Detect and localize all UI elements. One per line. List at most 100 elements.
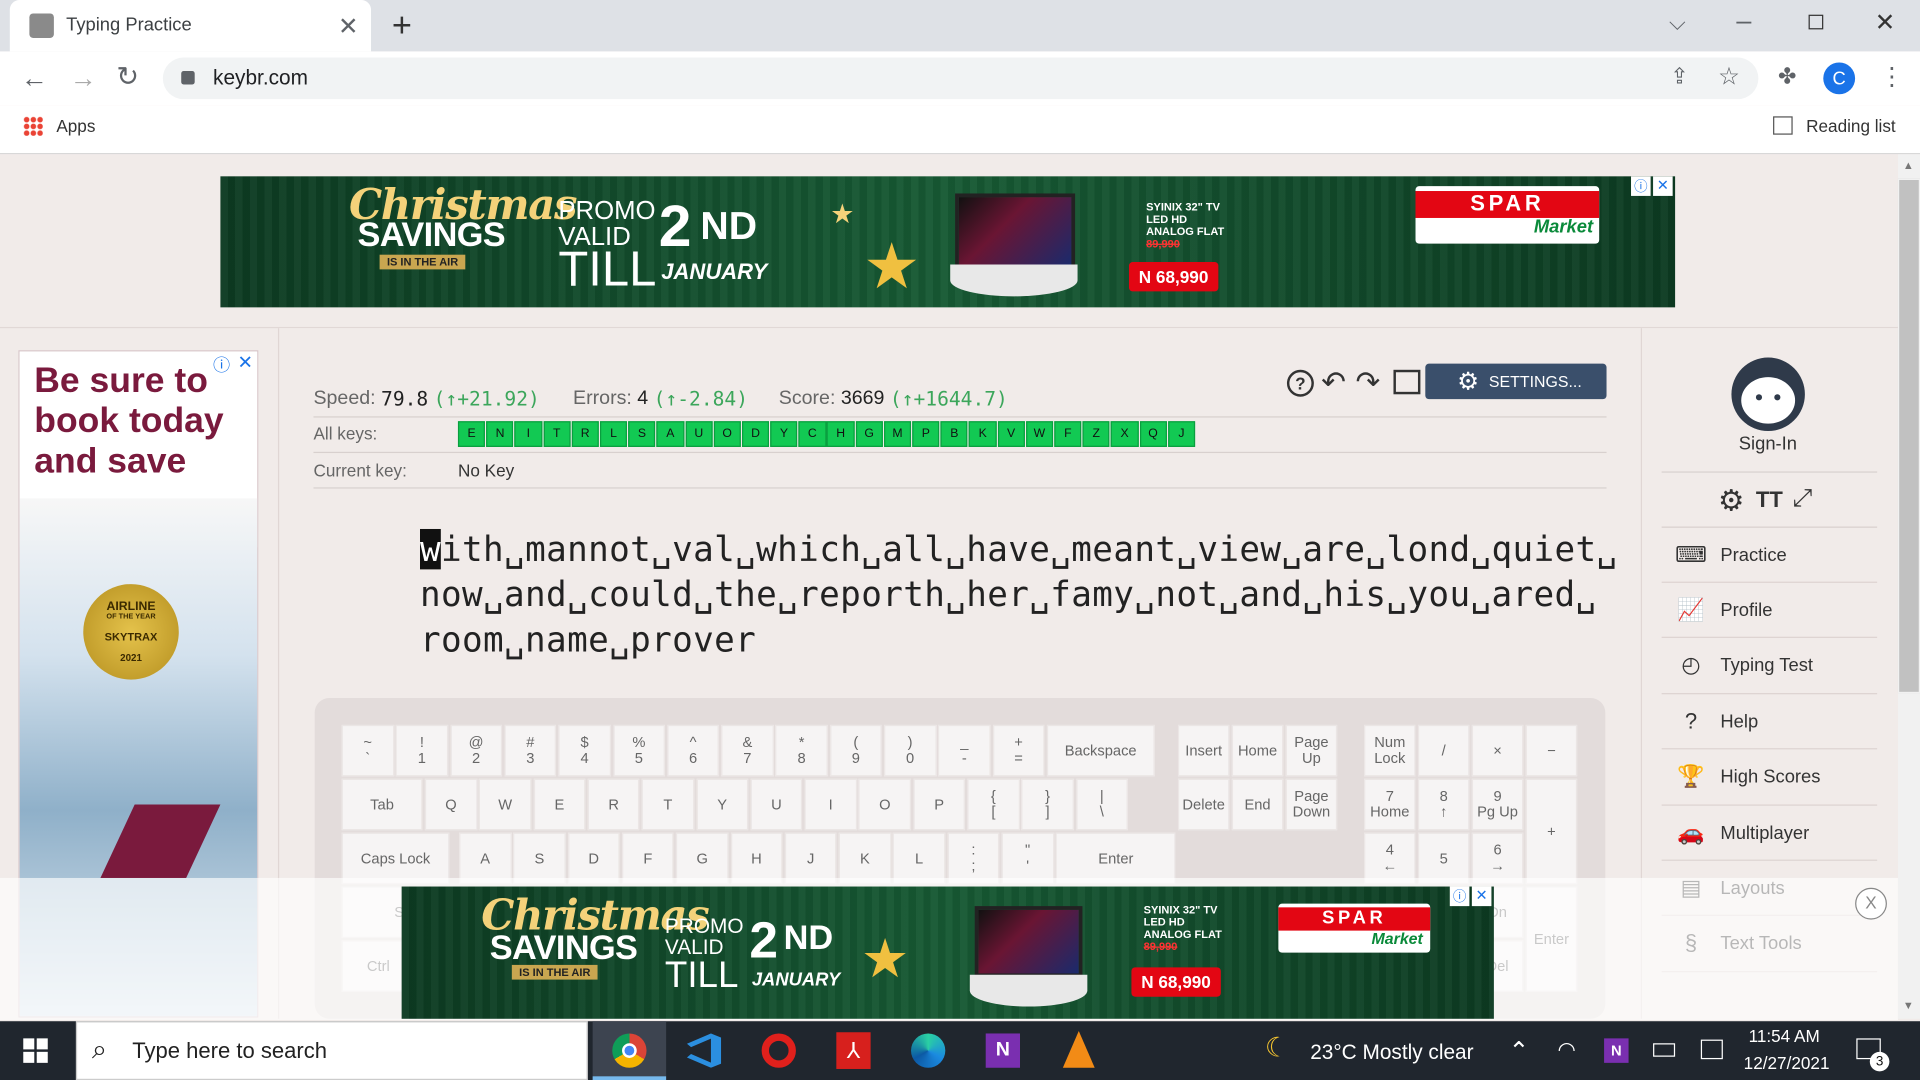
lesson-line-2[interactable]: now␣and␣could␣the␣reporth␣her␣famy␣not␣a… <box>420 572 1597 617</box>
expand-icon[interactable]: ⤢ <box>1793 485 1813 513</box>
ad-bottom-product3: ANALOG FLAT <box>1143 928 1222 941</box>
key-char: ` <box>365 749 371 767</box>
apps-link[interactable]: Apps <box>56 116 95 136</box>
key-s: S <box>513 832 566 885</box>
close-sticky-ad-icon[interactable]: X <box>1855 887 1887 920</box>
reload-icon[interactable]: ↻ <box>116 61 139 93</box>
weather-moon-icon[interactable]: ☾ <box>1265 1032 1289 1064</box>
network-icon[interactable]: ◠ <box>1558 1038 1576 1062</box>
reading-list-icon[interactable] <box>1773 116 1793 135</box>
back-icon[interactable]: ← <box>21 62 48 94</box>
gear-icon: ⚙ <box>1457 368 1480 396</box>
nav-item-help[interactable]: ? Help <box>1661 695 1878 750</box>
banner-ad-bottom[interactable]: Christmas SAVINGS IS IN THE AIR PROMO VA… <box>401 886 1494 1019</box>
numpad-7-key: 7 Home <box>1364 778 1416 831</box>
key-8: * 8 <box>775 724 828 777</box>
fullscreen-icon[interactable] <box>1393 369 1421 395</box>
browser-tab[interactable]: Typing Practice ✕ <box>9 0 372 52</box>
address-bar[interactable] <box>162 57 1759 100</box>
insert-key: Insert <box>1177 724 1230 777</box>
reading-list-link[interactable]: Reading list <box>1806 116 1896 136</box>
weather-text[interactable]: 23°C Mostly clear <box>1310 1041 1473 1065</box>
tray-onenote-icon[interactable]: N <box>1604 1038 1629 1063</box>
lesson-line-1[interactable]: with␣mannot␣val␣which␣all␣have␣meant␣vie… <box>420 527 1618 572</box>
share-icon[interactable]: ⇪ <box>1670 64 1688 90</box>
ad-bottom-product2: LED HD <box>1143 915 1185 929</box>
url-text[interactable]: keybr.com <box>213 66 308 90</box>
key-9: (9 <box>829 724 882 777</box>
ad-close-icon[interactable]: ✕ <box>1653 176 1673 196</box>
scrollbar-thumb[interactable] <box>1897 178 1920 694</box>
learned-key: E <box>457 421 486 447</box>
nav-item-high-scores[interactable]: 🏆 High Scores <box>1661 750 1878 806</box>
errors-label: Errors: <box>573 387 632 409</box>
help-icon[interactable]: ? <box>1286 369 1314 397</box>
ad-bottom-info-icon[interactable]: ⓘ <box>1449 886 1470 907</box>
score-label: Score: <box>778 387 836 409</box>
key-shift-char: _ <box>960 733 969 751</box>
settings-gear-icon[interactable]: ⚙ <box>1718 484 1744 520</box>
side-ad-close-icon[interactable]: ✕ <box>238 351 253 374</box>
ad-bottom-close-icon[interactable]: ✕ <box>1471 886 1492 907</box>
taskbar-edge-icon[interactable] <box>911 1033 946 1068</box>
key-shift-char: ^ <box>689 733 697 751</box>
key-shift-char: 4 <box>1385 841 1394 859</box>
badge-line4: 2021 <box>120 652 142 664</box>
key-shift-char: : <box>971 841 976 859</box>
restore-icon[interactable] <box>1808 14 1824 30</box>
key-shift-char: + <box>1014 733 1023 751</box>
extensions-icon[interactable]: ✤ <box>1778 64 1796 90</box>
apps-grid-icon[interactable] <box>23 116 43 136</box>
learned-key: W <box>1025 421 1054 447</box>
nav-item-typing-test[interactable]: ◴ Typing Test <box>1661 639 1878 695</box>
forward-icon[interactable]: → <box>70 62 97 94</box>
redo-icon[interactable]: ↷ <box>1356 365 1381 401</box>
settings-button[interactable]: ⚙ SETTINGS... <box>1425 363 1607 400</box>
lesson-line-3[interactable]: room␣name␣prover <box>420 617 756 662</box>
profile-avatar[interactable]: C <box>1823 62 1856 95</box>
ad-bottom-tag: IS IN THE AIR <box>511 964 598 980</box>
taskbar-search[interactable]: ⌕ Type here to search <box>75 1021 588 1080</box>
tray-chevron-icon[interactable]: ⌃ <box>1509 1036 1530 1067</box>
errors-value: 4 <box>637 387 649 409</box>
sign-in-link[interactable]: Sign-In <box>1739 433 1797 454</box>
ad-price: N 68,990 <box>1128 262 1219 292</box>
num-lock-key: Num Lock <box>1364 724 1416 777</box>
bookmark-star-icon[interactable]: ☆ <box>1718 61 1740 92</box>
ad-bottom-product: SYINIX 32" TV LED HD ANALOG FLAT 89,990 <box>1144 904 1222 953</box>
key-char: 9 <box>851 749 860 767</box>
clock-date[interactable]: 12/27/2021 <box>1744 1053 1830 1073</box>
battery-icon[interactable] <box>1653 1043 1676 1057</box>
side-ad-info-icon[interactable]: ⓘ <box>213 353 230 377</box>
taskbar-opera-icon[interactable] <box>761 1033 796 1068</box>
clock-time[interactable]: 11:54 AM <box>1749 1026 1820 1046</box>
score-value: 3669 <box>840 387 885 409</box>
close-window-icon[interactable]: ✕ <box>1875 7 1896 38</box>
undo-icon[interactable]: ↶ <box>1321 365 1346 401</box>
chrome-menu-icon[interactable]: ⋮ <box>1880 61 1904 92</box>
key-shift-char: 6 <box>1493 841 1502 859</box>
taskbar-chrome[interactable] <box>592 1021 667 1080</box>
taskbar-onenote-icon[interactable]: N <box>985 1033 1021 1068</box>
nav-item-multiplayer[interactable]: 🚗 Multiplayer <box>1661 806 1878 861</box>
tab-search-icon[interactable]: ⌵ <box>1669 10 1686 36</box>
nav-item-practice[interactable]: ⌨ Practice <box>1661 528 1878 583</box>
taskbar-acrobat-icon[interactable]: ⅄ <box>836 1032 871 1069</box>
display-icon[interactable] <box>1700 1039 1723 1060</box>
page-scrollbar[interactable]: ▲ ▼ <box>1897 154 1920 1019</box>
key-char: Home <box>1370 803 1410 821</box>
nav-item-profile[interactable]: 📈 Profile <box>1661 583 1878 639</box>
windows-start-icon[interactable] <box>23 1038 48 1063</box>
nav-item-label: Typing Test <box>1720 655 1813 677</box>
banner-ad-top[interactable]: Christmas SAVINGS IS IN THE AIR PROMO VA… <box>220 176 1676 308</box>
user-avatar-icon[interactable] <box>1731 357 1805 432</box>
new-tab-icon[interactable]: + <box>392 6 412 45</box>
lock-icon[interactable] <box>181 71 195 85</box>
nav-item-label: Multiplayer <box>1720 822 1810 844</box>
ad-info-icon[interactable]: ⓘ <box>1631 176 1651 196</box>
notification-count: 3 <box>1869 1051 1890 1072</box>
text-size-icon[interactable]: TT <box>1756 487 1783 513</box>
taskbar-vlc-icon[interactable] <box>1062 1031 1095 1068</box>
minimize-icon[interactable]: – <box>1736 5 1751 37</box>
close-tab-icon[interactable]: ✕ <box>338 11 359 42</box>
